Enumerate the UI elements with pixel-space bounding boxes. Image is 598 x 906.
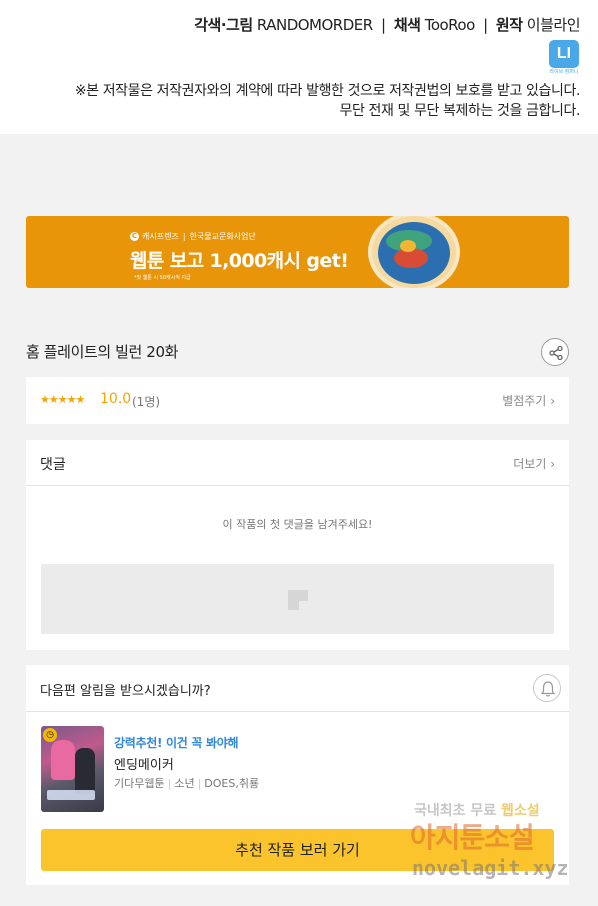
comments-card: 댓글 더보기 › 이 작품의 첫 댓글을 남겨주세요! <box>26 440 569 650</box>
episode-title: 홈 플레이트의 빌런 20화 <box>26 343 178 361</box>
rate-button-label: 별점주기 <box>502 394 547 408</box>
notify-bell-button[interactable] <box>533 674 561 702</box>
comments-empty-message: 이 작품의 첫 댓글을 남겨주세요! <box>222 518 373 531</box>
banner-brand: 캐시프렌즈 <box>142 232 179 241</box>
rating-score: 10.0 <box>100 391 132 407</box>
comments-title: 댓글 <box>40 457 66 473</box>
promo-banner[interactable]: C 캐시프렌즈 | 한국물교문화사업단 웹툰 보고 1,000캐시 get! *첫 웹… <box>26 216 569 288</box>
recommended-thumbnail[interactable]: ◷ <box>41 726 104 812</box>
meta-category: 소년 <box>174 777 195 790</box>
rate-button[interactable]: 별점주기 › <box>502 392 555 409</box>
banner-fine-print: *첫 웹툰 시 50캐시씩 지급 <box>134 275 191 281</box>
publisher-logo-sub: 라이브 컴퍼니 <box>549 69 579 75</box>
rating-card: ★★★★★ 10.0 (1명) 별점주기 › <box>26 377 569 424</box>
art-value: RANDOMORDER <box>256 16 373 34</box>
watermark-line2: 아지툰소설 <box>410 821 535 854</box>
cash-icon: C <box>130 232 139 241</box>
original-value: 이블라인 <box>526 16 581 34</box>
share-icon <box>549 345 563 361</box>
comments-more-button[interactable]: 더보기 › <box>513 455 555 472</box>
watermark-line3: novelagit.xyz <box>412 856 569 880</box>
separator: | <box>483 16 488 34</box>
publisher-logo: LI 라이브 컴퍼니 <box>548 40 580 76</box>
separator: | <box>380 16 386 34</box>
recommend-label: 강력추천! 이건 꼭 봐야해 <box>114 736 239 750</box>
chevron-right-icon: › <box>550 457 555 471</box>
banner-headline: 웹툰 보고 1,000캐시 get! <box>130 250 349 272</box>
meta-author: DOES,취룡 <box>204 777 260 790</box>
bell-icon <box>540 681 556 697</box>
art-label: 각색·그림 <box>194 16 253 34</box>
color-value: TooRoo <box>424 16 476 34</box>
color-label: 채색 <box>393 16 421 34</box>
episode-title-row: 홈 플레이트의 빌런 20화 <box>26 336 569 368</box>
meta-genre: 기다무웹툰 <box>114 777 165 790</box>
comments-header: 댓글 더보기 › <box>26 440 569 486</box>
original-label: 원작 <box>495 16 523 34</box>
copyright-notice: ※본 저작물은 저작권자와의 계약에 따라 발행한 것으로 저작권법의 보호를 … <box>18 81 581 121</box>
copyright-notice-line1: ※본 저작물은 저작권자와의 계약에 따라 발행한 것으로 저작권법의 보호를 … <box>74 83 581 99</box>
recommended-title[interactable]: 엔딩메이커 <box>114 754 174 773</box>
ad-placeholder[interactable] <box>41 564 554 634</box>
site-watermark: 국내최초 무료 웹소설 아지툰소설 novelagit.xyz <box>410 800 590 890</box>
comments-more-label: 더보기 <box>513 457 547 471</box>
banner-brand-row: C 캐시프렌즈 | 한국물교문화사업단 <box>130 232 256 241</box>
wait-free-clock-icon: ◷ <box>43 728 57 742</box>
placeholder-icon <box>288 590 308 610</box>
rating-count: (1명) <box>132 395 161 409</box>
dragon-emblem-image <box>368 216 460 288</box>
recommended-meta: 기다무웹툰 | 소년 | DOES,취룡 <box>114 777 260 790</box>
credit-line: 각색·그림 RANDOMORDER | 채색 TooRoo | 원작 이블라인 <box>18 14 580 36</box>
share-button[interactable] <box>541 338 569 366</box>
notify-question: 다음편 알림을 받으시겠습니까? <box>40 684 211 699</box>
banner-partner: 한국물교문화사업단 <box>189 232 256 241</box>
chevron-right-icon: › <box>550 394 555 408</box>
publisher-logo-mark: LI <box>549 40 579 68</box>
copyright-notice-line2: 무단 전재 및 무단 복제하는 것을 금합니다. <box>339 103 580 119</box>
credits-header: 각색·그림 RANDOMORDER | 채색 TooRoo | 원작 이블라인 … <box>0 0 598 134</box>
notify-row: 다음편 알림을 받으시겠습니까? <box>26 665 569 712</box>
star-rating-icon: ★★★★★ <box>40 393 85 406</box>
